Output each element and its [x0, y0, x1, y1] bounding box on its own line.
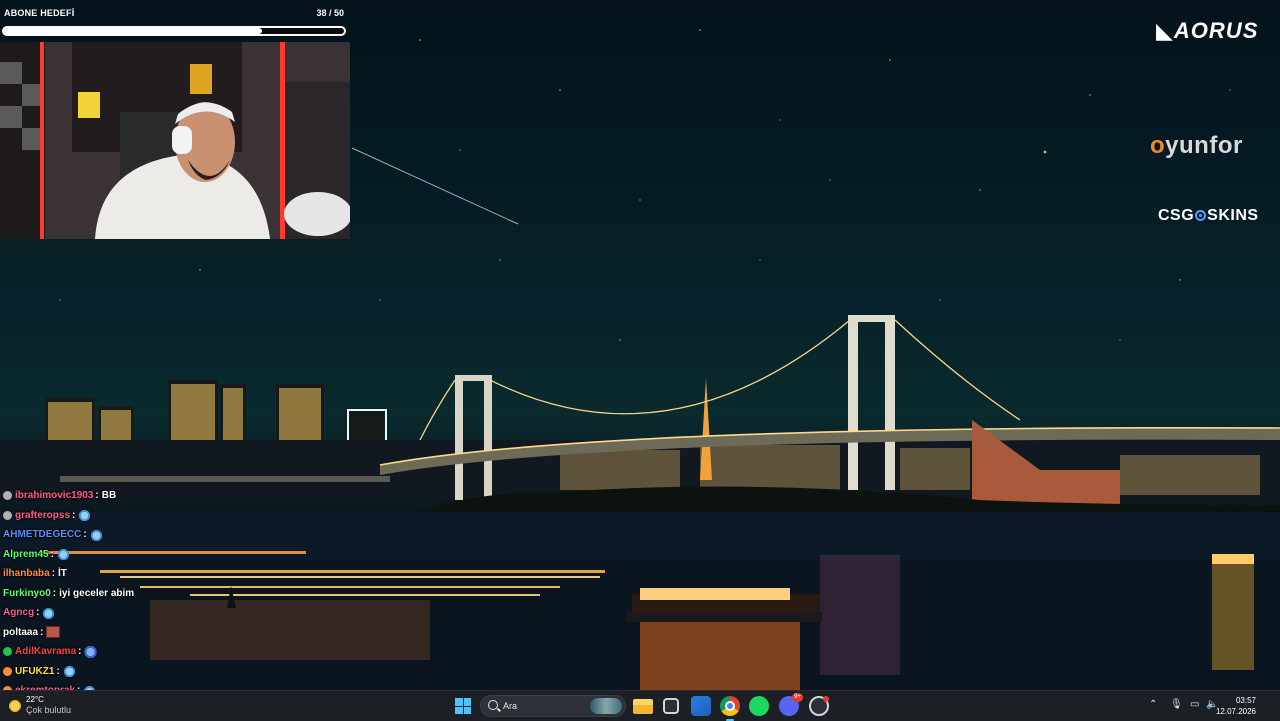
mail-icon[interactable] [691, 696, 711, 716]
chat-username[interactable]: Agncg [3, 607, 34, 618]
taskbar-clock[interactable]: 03:57 12.07.2026 [1216, 695, 1256, 717]
chat-message: poltaaa: [3, 623, 303, 643]
search-icon [488, 700, 498, 710]
aorus-logo: ◣AORUS [1156, 18, 1259, 43]
discord-notification-badge: 9+ [792, 693, 803, 702]
chat-badge-icon [3, 647, 12, 657]
file-explorer-icon[interactable] [633, 699, 653, 714]
csgoskins-logo: CSG SKINS [1158, 207, 1259, 224]
chat-message: ilhanbaba: İT [3, 568, 67, 580]
weather-icon [8, 698, 22, 713]
chat-message: ibrahimovic1903: BB [3, 486, 303, 506]
microsoft-store-icon[interactable] [663, 698, 679, 714]
chat-message: Alprem45: [3, 545, 303, 565]
chat-username[interactable]: poltaaa [3, 627, 38, 638]
chat-text: İT [58, 568, 67, 580]
bird-emote-icon [42, 606, 56, 619]
chat-username[interactable]: Furkinyo0 [3, 588, 51, 599]
notification-dot [823, 696, 829, 702]
search-highlight-thumbnail[interactable] [590, 698, 622, 714]
weather-widget[interactable]: 22°C Çok bulutlu [8, 695, 71, 716]
app-icon[interactable] [809, 696, 829, 716]
chat-badge-icon [3, 510, 12, 520]
chevron-up-icon[interactable]: ⌃ [1149, 699, 1157, 710]
bird-emote-icon [89, 528, 103, 541]
chat-message: grafteropss: [3, 506, 303, 526]
box-emote-icon [46, 626, 61, 639]
chat-username[interactable]: ilhanbaba [3, 568, 50, 579]
chat-badge-icon [3, 491, 12, 501]
webcam-feed [0, 42, 350, 239]
chat-text: BB [101, 490, 117, 502]
blob-emote-icon [84, 645, 98, 658]
taskbar-search[interactable] [480, 695, 626, 717]
discord-icon[interactable]: 9+ [779, 693, 803, 716]
chat-overlay: ibrahimovic1903: BB grafteropss: AHMETDEGEC… [3, 486, 303, 720]
weather-condition: Çok bulutlu [26, 705, 72, 715]
chat-message: AdilKavrama: [3, 642, 303, 662]
chrome-icon[interactable] [720, 696, 740, 721]
bird-emote-icon [62, 665, 76, 678]
goal-progress-fill [4, 28, 263, 34]
clock-time: 03:57 [1235, 696, 1256, 705]
goal-title: ABONE HEDEFİ [4, 8, 75, 18]
chat-username[interactable]: Alprem45 [3, 549, 49, 560]
goal-progress-bar [2, 26, 346, 36]
network-icon[interactable]: ▭ [1190, 699, 1199, 710]
chat-username[interactable]: AHMETDEGECC [3, 529, 81, 540]
bird-emote-icon [56, 548, 70, 561]
taskbar: 22°C Çok bulutlu 9+ ⌃ 🎙 ▭ 🔈 03:57 12.07.… [0, 690, 1280, 721]
chat-username[interactable]: UFUKZ1 [15, 666, 54, 677]
subscriber-goal-widget: ABONE HEDEFİ 38 / 50 [2, 6, 348, 40]
chat-message: AHMETDEGECC: [3, 525, 303, 545]
search-input[interactable] [503, 698, 573, 714]
weather-temp: 22°C [26, 695, 44, 704]
microphone-icon[interactable]: 🎙 [1170, 699, 1183, 710]
chat-username[interactable]: grafteropss [15, 510, 70, 521]
chat-text: iyi geceler abim [59, 587, 135, 599]
spotify-icon[interactable] [749, 696, 769, 716]
chat-username[interactable]: ibrahimovic1903 [15, 490, 93, 501]
chat-message: Furkinyo0: iyi geceler abim [3, 587, 135, 599]
oyunfor-logo: oyunfor [1150, 132, 1243, 159]
chat-username[interactable]: AdilKavrama [15, 646, 76, 657]
goal-count: 38 / 50 [316, 8, 344, 18]
chat-message: UFUKZ1: [3, 662, 303, 682]
start-button[interactable] [455, 698, 471, 714]
clock-date: 12.07.2026 [1215, 707, 1256, 716]
chat-message: Agncg: [3, 603, 303, 623]
bird-emote-icon [78, 509, 92, 522]
chat-badge-icon [3, 666, 12, 676]
aorus-eagle-icon: ◣ [1156, 18, 1174, 43]
csg-target-icon [1195, 210, 1207, 221]
